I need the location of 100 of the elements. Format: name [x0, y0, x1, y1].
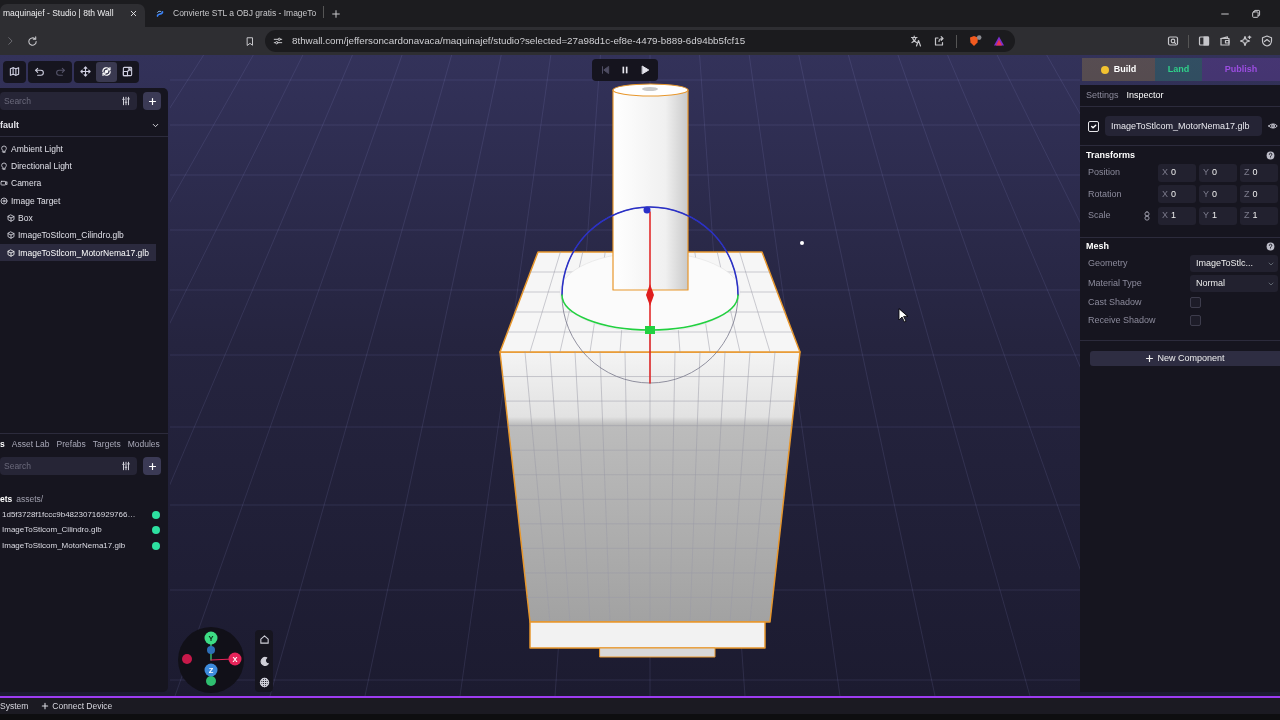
tree-item[interactable]: ImageToStlcom_MotorNema17.glb — [0, 243, 156, 262]
plus-icon — [1145, 353, 1155, 363]
browser-tab[interactable]: maquinajef - Studio | 8th Wall — [0, 4, 145, 27]
dropdown[interactable]: ImageToStlc... — [1190, 255, 1278, 272]
number-field[interactable]: Z 0 — [1240, 163, 1278, 182]
home-icon[interactable] — [258, 634, 270, 645]
number-field[interactable]: X 0 — [1158, 163, 1196, 182]
filter-icon[interactable] — [121, 96, 131, 106]
dropdown[interactable]: Normal — [1190, 275, 1278, 292]
sparkle-icon[interactable] — [1240, 35, 1252, 47]
panel-tab[interactable]: Prefabs — [56, 439, 86, 450]
plus-icon — [147, 461, 157, 471]
field-label: Scale — [1088, 210, 1111, 222]
cube-icon — [7, 231, 15, 240]
bookmark-icon[interactable] — [245, 35, 255, 47]
checkbox[interactable] — [1190, 297, 1201, 308]
panel-tab[interactable]: Asset Lab — [11, 439, 50, 450]
tree-item[interactable]: Camera — [0, 174, 156, 192]
number-field[interactable]: X 1 — [1158, 206, 1196, 225]
close-icon[interactable] — [129, 9, 138, 18]
tree-item[interactable]: ImageToStlcom_Cilindro.glb — [0, 226, 156, 244]
rotate-button[interactable] — [96, 61, 117, 82]
share-icon[interactable] — [933, 35, 945, 47]
cube-icon — [7, 248, 15, 257]
number-field[interactable]: Y 0 — [1199, 163, 1237, 182]
status-label[interactable]: System — [0, 700, 29, 712]
plus-icon — [147, 96, 157, 106]
add-button[interactable] — [143, 457, 161, 475]
number-field[interactable]: Y 1 — [1199, 206, 1237, 225]
status-dot-icon — [152, 526, 160, 535]
number-field[interactable]: Y 0 — [1199, 185, 1237, 204]
link-icon[interactable] — [1144, 210, 1150, 221]
bulb-icon — [0, 162, 8, 170]
file-item[interactable]: ImageToStlcom_MotorNema17.glb — [0, 538, 168, 554]
section-title: Transforms — [1086, 149, 1136, 161]
target-icon — [0, 196, 8, 205]
map-icon — [9, 66, 20, 77]
translate-icon[interactable] — [910, 35, 922, 47]
file-item[interactable]: ImageToStlcom_Cilindro.glb — [0, 522, 168, 538]
number-field[interactable]: Z 0 — [1240, 185, 1278, 204]
shield-icon[interactable] — [1261, 35, 1273, 47]
status-dot-icon — [152, 541, 160, 550]
breadcrumb-root: ets — [0, 493, 13, 505]
new-component-button[interactable]: New Component — [1090, 350, 1280, 366]
plus-icon — [41, 702, 50, 710]
name-field[interactable]: ImageToStlcom_MotorNema17.glb — [1105, 116, 1262, 136]
plus-icon[interactable] — [331, 8, 342, 19]
add-button[interactable]: Connect Device — [41, 700, 113, 712]
mode-tab[interactable]: Build — [1082, 58, 1155, 81]
tree-item[interactable]: Image Target — [0, 192, 156, 210]
panel-tab[interactable]: Inspector — [1126, 90, 1164, 101]
breadcrumb-path[interactable]: assets/ — [16, 493, 44, 505]
space-dropdown[interactable]: fault — [0, 116, 168, 134]
tree-item[interactable]: Box — [0, 209, 156, 227]
search-field[interactable]: Search — [0, 92, 137, 110]
filter-icon[interactable] — [121, 461, 131, 471]
field-label: Material Type — [1088, 278, 1142, 289]
wallet-icon[interactable] — [1219, 35, 1231, 47]
tree-item[interactable]: Directional Light — [0, 157, 156, 175]
panel-tab[interactable]: s — [0, 439, 5, 450]
panel-tab[interactable]: Targets — [92, 439, 121, 450]
eye-icon[interactable] — [1268, 121, 1278, 131]
redo-icon — [55, 66, 66, 77]
tree-item[interactable]: Ambient Light — [0, 140, 156, 158]
axis-handle[interactable] — [207, 646, 215, 654]
help-icon[interactable] — [1266, 150, 1275, 160]
reload-icon[interactable] — [27, 35, 38, 47]
play-icon — [640, 65, 650, 75]
section-title: Mesh — [1086, 241, 1109, 252]
scale-icon — [122, 66, 133, 77]
globe-icon[interactable] — [258, 677, 270, 688]
camera-icon — [0, 179, 8, 188]
sidebar-icon[interactable] — [1198, 35, 1210, 47]
browser-tab[interactable]: Convierte STL a OBJ gratis - ImageTo — [145, 4, 324, 27]
field-label: Receive Shadow — [1088, 315, 1156, 326]
move-icon — [80, 66, 91, 77]
status-dot-icon — [152, 510, 160, 519]
panel-tab[interactable]: Modules — [127, 439, 160, 450]
restore-icon[interactable] — [1251, 8, 1261, 19]
field-label: Cast Shadow — [1088, 297, 1142, 308]
screen-search-icon[interactable] — [1167, 35, 1179, 47]
moon-icon[interactable] — [258, 655, 270, 667]
search-field[interactable]: Search — [0, 457, 137, 475]
cube-icon — [7, 213, 15, 222]
dot-icon — [800, 241, 804, 245]
field-label: Position — [1088, 167, 1121, 179]
address-bar[interactable]: 8thwall.com/jeffersoncardonavaca/maquinajef/studio?selected=27a98d1c-ef8e-4479-b889-6d94bb5fcf15 — [265, 30, 1015, 52]
shield-icon[interactable] — [968, 35, 982, 47]
axis-handle[interactable] — [182, 654, 192, 664]
mode-tab[interactable]: Land — [1155, 58, 1202, 81]
checkbox[interactable] — [1190, 315, 1201, 326]
help-icon[interactable] — [1266, 242, 1275, 251]
number-field[interactable]: Z 1 — [1240, 206, 1278, 225]
number-field[interactable]: X 0 — [1158, 185, 1196, 204]
add-button[interactable] — [143, 92, 161, 110]
tune-icon[interactable] — [273, 36, 283, 46]
panel-tab[interactable]: Settings — [1086, 90, 1119, 101]
axis-handle[interactable] — [206, 676, 216, 686]
file-item[interactable]: 1d5f3728f1fccc9b48230716929766… — [0, 507, 168, 523]
triangle-icon[interactable] — [993, 35, 1005, 47]
